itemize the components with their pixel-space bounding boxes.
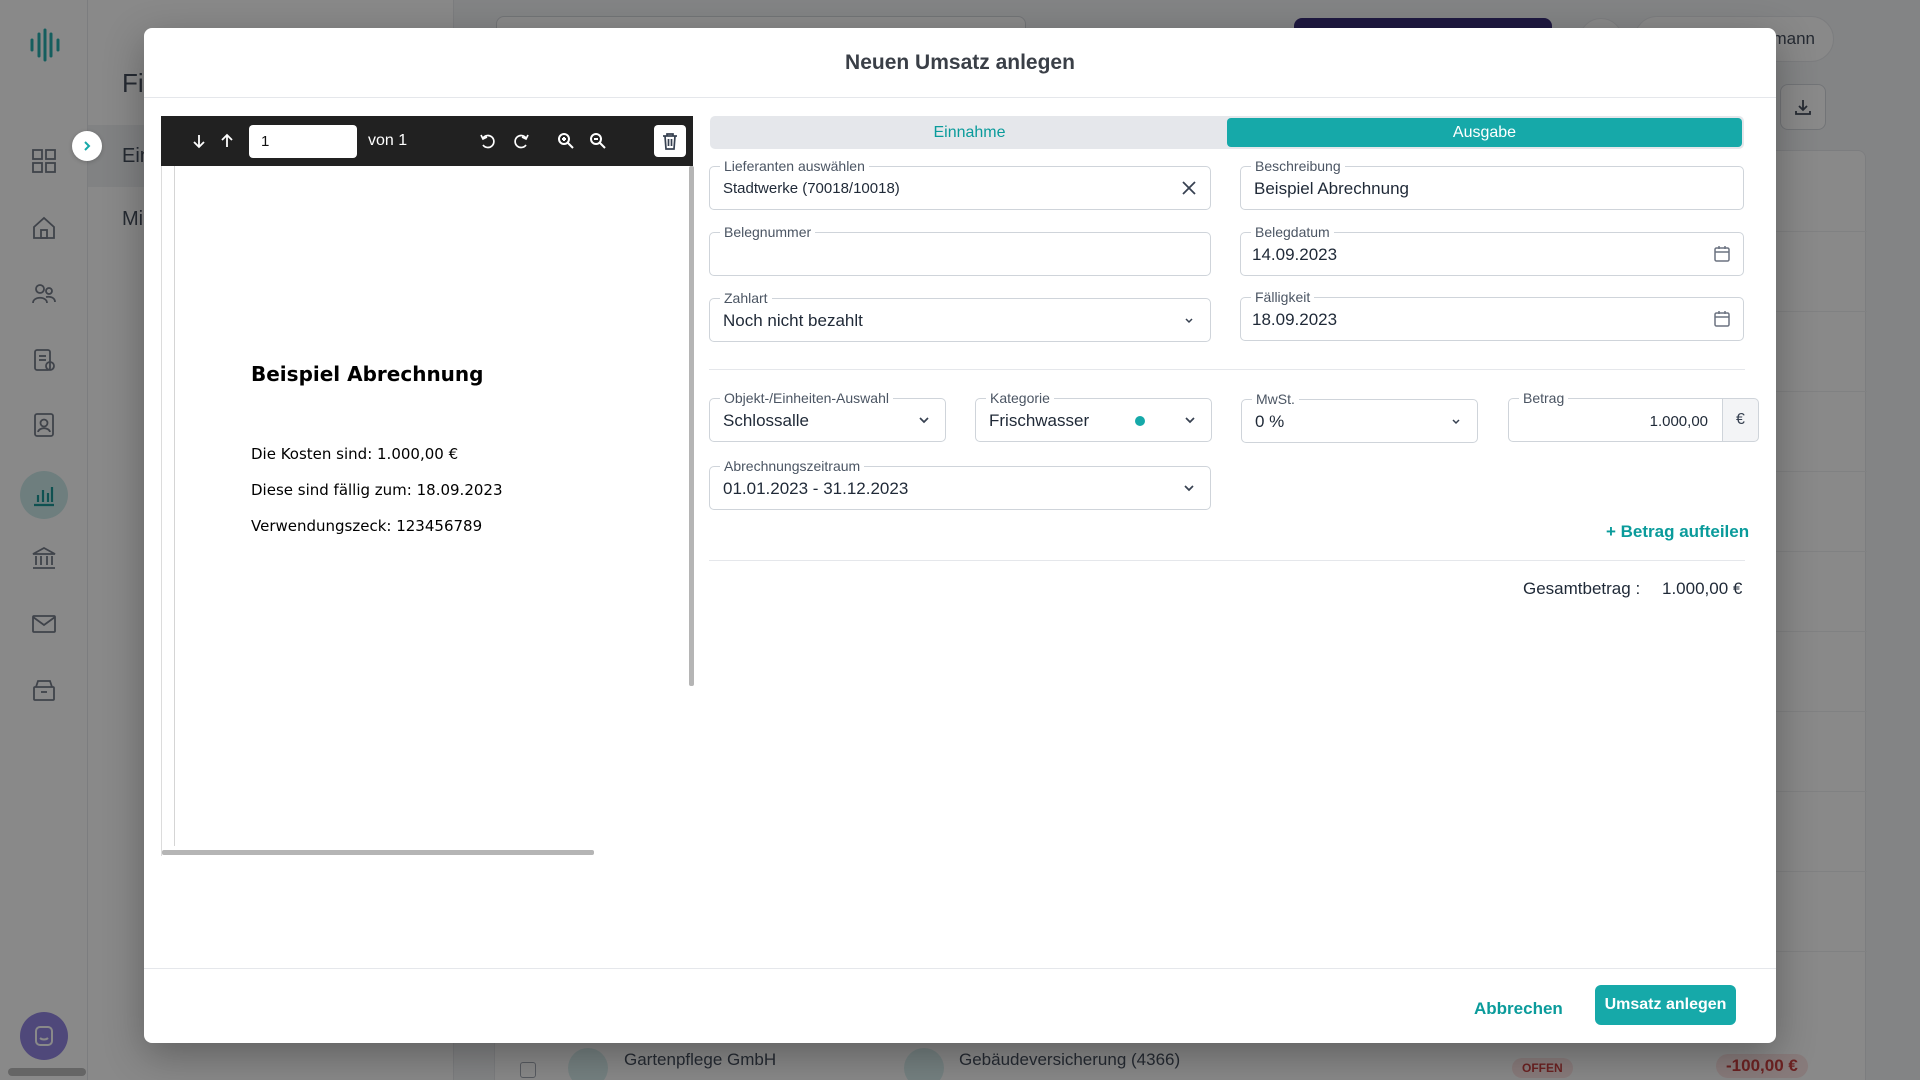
toggle-expense[interactable]: Ausgabe: [1227, 118, 1742, 147]
chevron-down-icon: [1181, 411, 1199, 429]
field-label: Kategorie: [986, 390, 1054, 406]
rotate-right-icon[interactable]: [509, 129, 533, 153]
zoom-in-icon[interactable]: [554, 129, 578, 153]
field-label: Belegnummer: [720, 224, 816, 240]
chevron-down-icon: [1180, 479, 1198, 497]
field-label: Betrag: [1519, 390, 1569, 406]
chevron-down-icon: [1180, 311, 1198, 329]
zoom-out-icon[interactable]: [586, 129, 610, 153]
category-color-dot: [1135, 416, 1145, 426]
field-value: Beispiel Abrechnung: [1254, 179, 1410, 198]
modal-header: Neuen Umsatz anlegen: [144, 28, 1776, 98]
page-count: von 1: [368, 132, 408, 149]
toggle-income[interactable]: Einnahme: [712, 118, 1227, 147]
document-line: Die Kosten sind: 1.000,00 €: [251, 445, 459, 463]
split-amount-link[interactable]: + Betrag aufteilen: [1606, 522, 1749, 542]
description-field[interactable]: Beschreibung Beispiel Abrechnung: [1240, 158, 1744, 210]
total-label: Gesamtbetrag :: [1523, 579, 1641, 598]
amount-field[interactable]: Betrag 1.000,00: [1508, 390, 1723, 442]
pdf-page-area[interactable]: Beispiel Abrechnung Die Kosten sind: 1.0…: [161, 166, 694, 856]
field-value: 18.09.2023: [1252, 310, 1338, 329]
field-label: Abrechnungszeitraum: [720, 458, 865, 474]
modal-footer: Abbrechen Umsatz anlegen: [144, 968, 1776, 1043]
vertical-scrollbar[interactable]: [689, 166, 694, 686]
calendar-icon[interactable]: [1713, 245, 1731, 263]
cancel-button[interactable]: Abbrechen: [1474, 993, 1563, 1025]
vat-select[interactable]: MwSt. 0 %: [1241, 391, 1478, 443]
field-value: 0 %: [1255, 412, 1285, 431]
field-label: Fälligkeit: [1251, 289, 1315, 305]
arrow-down-icon[interactable]: [187, 129, 211, 153]
calendar-icon[interactable]: [1713, 310, 1731, 328]
field-label: Belegdatum: [1251, 224, 1334, 240]
field-value: Schlossalle: [723, 411, 809, 430]
document-title: Beispiel Abrechnung: [251, 362, 484, 386]
trash-icon: [663, 133, 677, 150]
currency-addon: €: [1723, 398, 1759, 442]
divider: [709, 560, 1745, 561]
divider: [709, 369, 1745, 370]
create-transaction-button[interactable]: Umsatz anlegen: [1595, 985, 1736, 1025]
field-label: Zahlart: [720, 290, 772, 306]
arrow-up-icon[interactable]: [215, 129, 239, 153]
document-line: Diese sind fällig zum: 18.09.2023: [251, 481, 503, 499]
field-value: 1.000,00: [1649, 413, 1708, 430]
supplier-select[interactable]: Lieferanten auswählen Stadtwerke (70018/…: [709, 158, 1211, 210]
field-value: 01.01.2023 - 31.12.2023: [723, 479, 909, 498]
new-transaction-modal: Neuen Umsatz anlegen von 1: [144, 28, 1776, 1043]
field-value: Stadtwerke (70018/10018): [723, 180, 900, 197]
modal-title: Neuen Umsatz anlegen: [845, 50, 1075, 74]
horizontal-scrollbar[interactable]: [162, 850, 594, 855]
payment-method-select[interactable]: Zahlart Noch nicht bezahlt: [709, 290, 1211, 342]
pdf-viewer: von 1 Beispiel Abrechnung Die Kosten sin…: [161, 116, 694, 856]
chevron-down-icon: [915, 411, 933, 429]
total-value: 1.000,00 €: [1662, 579, 1743, 598]
rotate-left-icon[interactable]: [476, 129, 500, 153]
receipt-date-field[interactable]: Belegdatum 14.09.2023: [1240, 224, 1744, 276]
category-select[interactable]: Kategorie Frischwasser: [975, 390, 1212, 442]
page-number-input[interactable]: [249, 125, 357, 158]
expand-sidebar-button[interactable]: [72, 131, 102, 161]
field-value: Noch nicht bezahlt: [723, 311, 863, 330]
delete-document-button[interactable]: [654, 125, 686, 157]
field-label: MwSt.: [1252, 391, 1299, 407]
object-select[interactable]: Objekt-/Einheiten-Auswahl Schlossalle: [709, 390, 946, 442]
pdf-toolbar: von 1: [161, 116, 693, 166]
document-line: Verwendungszeck: 123456789: [251, 517, 483, 535]
pdf-page: Beispiel Abrechnung Die Kosten sind: 1.0…: [174, 166, 680, 846]
field-label: Beschreibung: [1251, 158, 1345, 174]
field-label: Objekt-/Einheiten-Auswahl: [720, 390, 893, 406]
field-value: Frischwasser: [989, 411, 1090, 430]
chevron-right-icon: [84, 141, 91, 151]
close-icon[interactable]: [1180, 179, 1198, 197]
receipt-number-field[interactable]: Belegnummer: [709, 224, 1211, 276]
billing-period-select[interactable]: Abrechnungszeitraum 01.01.2023 - 31.12.2…: [709, 458, 1211, 510]
field-value: 14.09.2023: [1252, 245, 1338, 264]
chevron-down-icon: [1447, 412, 1465, 430]
due-date-field[interactable]: Fälligkeit 18.09.2023: [1240, 289, 1744, 341]
transaction-type-toggle: Einnahme Ausgabe: [710, 116, 1744, 149]
field-label: Lieferanten auswählen: [720, 158, 869, 174]
